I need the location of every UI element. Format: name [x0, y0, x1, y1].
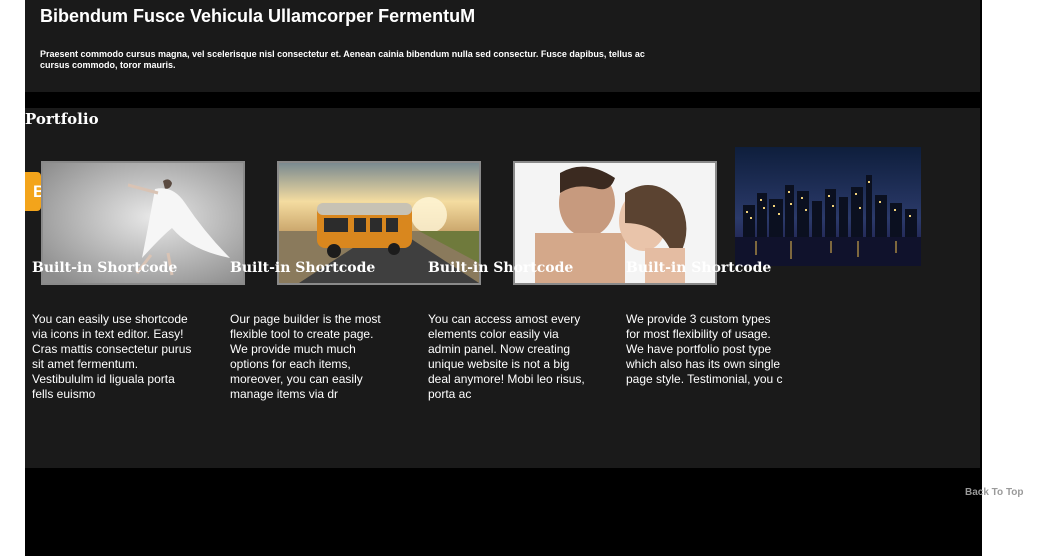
feature-card-4: Built-in Shortcode We provide 3 custom t… [626, 260, 786, 386]
hero-text: Praesent commodo cursus magna, vel scele… [40, 49, 645, 70]
feature-text: Our page builder is the most flexible to… [230, 312, 381, 401]
hero-banner: Bibendum Fusce Vehicula Ullamcorper Ferm… [25, 0, 980, 92]
hero-title: Bibendum Fusce Vehicula Ullamcorper Ferm… [40, 6, 476, 26]
feature-text: You can access amost every elements colo… [428, 312, 585, 401]
slider-tab-letter: B [33, 182, 41, 201]
feature-card-1: Built-in Shortcode You can easily use sh… [32, 260, 192, 401]
portfolio-item-4[interactable] [735, 147, 921, 266]
back-to-top-link[interactable]: Back To Top [965, 487, 1024, 498]
portfolio-section: Portfolio B [25, 108, 980, 468]
feature-card-2: Built-in Shortcode Our page builder is t… [230, 260, 390, 401]
portfolio-title: Portfolio [25, 110, 99, 128]
slider-tab[interactable]: B [25, 172, 41, 211]
feature-title: Built-in Shortcode [428, 260, 574, 276]
feature-card-3: Built-in Shortcode You can access amost … [428, 260, 588, 401]
feature-title: Built-in Shortcode [626, 260, 772, 276]
feature-text: You can easily use shortcode via icons i… [32, 312, 192, 401]
feature-title: Built-in Shortcode [230, 260, 376, 276]
feature-text: We provide 3 custom types for most flexi… [626, 312, 783, 386]
city-skyline-photo [735, 147, 921, 266]
feature-title: Built-in Shortcode [32, 260, 178, 276]
page-container: Bibendum Fusce Vehicula Ullamcorper Ferm… [25, 0, 982, 556]
